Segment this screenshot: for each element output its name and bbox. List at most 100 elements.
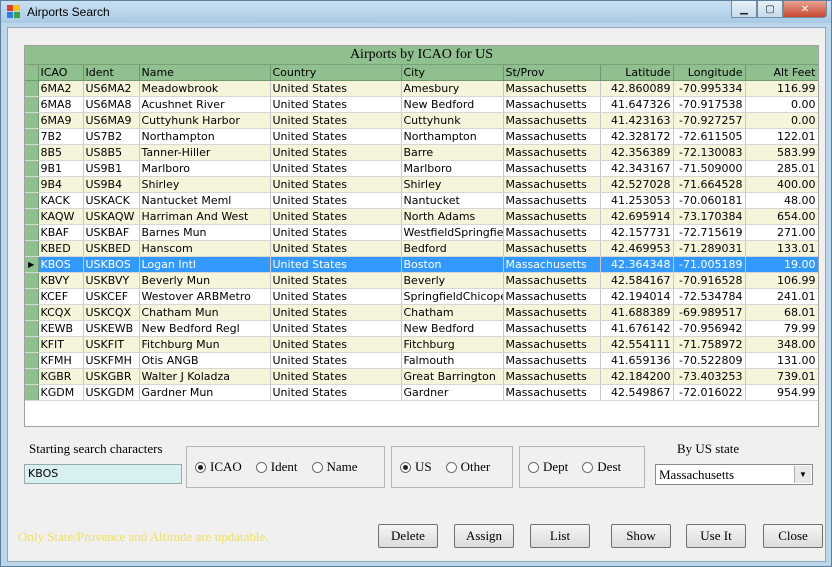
table-row[interactable]: 9B4 US9B4 Shirley United States Shirley Massa… [25, 176, 818, 193]
cell-stprov[interactable]: Massachusetts [503, 368, 601, 385]
cell-alt-feet[interactable]: 0.00 [745, 112, 818, 129]
cell-ident[interactable]: USKEWB [83, 320, 140, 337]
table-row[interactable]: KAQW USKAQW Harriman And West United States… [25, 208, 818, 225]
cell-country[interactable]: United States [270, 128, 402, 145]
row-pointer-icon[interactable]: ▶ [25, 256, 39, 273]
row-header-cell[interactable] [25, 208, 39, 225]
cell-ident[interactable]: US6MA9 [83, 112, 140, 129]
cell-alt-feet[interactable]: 739.01 [745, 368, 818, 385]
cell-ident[interactable]: US8B5 [83, 144, 140, 161]
cell-country[interactable]: United States [270, 112, 402, 129]
table-row[interactable]: ▶ KBOS USKBOS Logan Intl United States Boston… [25, 256, 818, 273]
cell-name[interactable]: Beverly Mun [139, 272, 271, 289]
table-row[interactable]: 6MA2 US6MA2 Meadowbrook United States Amesbu… [25, 80, 818, 97]
cell-ident[interactable]: US7B2 [83, 128, 140, 145]
cell-city[interactable]: Barre [401, 144, 504, 161]
cell-stprov[interactable]: Massachusetts [503, 240, 601, 257]
radio-ident[interactable]: Ident [255, 459, 298, 475]
cell-latitude[interactable]: 41.647326 [600, 96, 674, 113]
cell-stprov[interactable]: Massachusetts [503, 144, 601, 161]
table-row[interactable]: KACK USKACK Nantucket Meml United States Nan… [25, 192, 818, 209]
cell-stprov[interactable]: Massachusetts [503, 256, 601, 273]
row-header-cell[interactable] [25, 320, 39, 337]
cell-country[interactable]: United States [270, 240, 402, 257]
cell-country[interactable]: United States [270, 208, 402, 225]
row-header-cell[interactable] [25, 368, 39, 385]
list-button[interactable]: List [530, 524, 590, 548]
cell-latitude[interactable]: 42.860089 [600, 80, 674, 97]
cell-latitude[interactable]: 42.554111 [600, 336, 674, 353]
cell-ident[interactable]: USKCQX [83, 304, 140, 321]
chevron-down-icon[interactable]: ▼ [794, 466, 811, 483]
cell-name[interactable]: Northampton [139, 128, 271, 145]
delete-button[interactable]: Delete [378, 524, 438, 548]
cell-longitude[interactable]: -72.534784 [673, 288, 746, 305]
cell-country[interactable]: United States [270, 336, 402, 353]
cell-latitude[interactable]: 42.343167 [600, 160, 674, 177]
row-header-cell[interactable] [25, 128, 39, 145]
table-row[interactable]: KBVY USKBVY Beverly Mun United States Beverl… [25, 272, 818, 289]
cell-country[interactable]: United States [270, 320, 402, 337]
cell-country[interactable]: United States [270, 96, 402, 113]
column-header-alt-feet[interactable]: Alt Feet [745, 65, 818, 81]
cell-country[interactable]: United States [270, 256, 402, 273]
minimize-button[interactable]: ▁ [731, 1, 757, 18]
cell-name[interactable]: Cuttyhunk Harbor [139, 112, 271, 129]
cell-longitude[interactable]: -72.130083 [673, 144, 746, 161]
cell-icao[interactable]: KBED [38, 240, 84, 257]
radio-icao[interactable]: ICAO [195, 459, 242, 475]
cell-alt-feet[interactable]: 400.00 [745, 176, 818, 193]
cell-icao[interactable]: 9B1 [38, 160, 84, 177]
cell-longitude[interactable]: -71.509000 [673, 160, 746, 177]
cell-stprov[interactable]: Massachusetts [503, 288, 601, 305]
cell-country[interactable]: United States [270, 352, 402, 369]
table-row[interactable]: KBAF USKBAF Barnes Mun United States Westfie… [25, 224, 818, 241]
table-row[interactable]: KFIT USKFIT Fitchburg Mun United States Fitc… [25, 336, 818, 353]
cell-name[interactable]: Hanscom [139, 240, 271, 257]
cell-stprov[interactable]: Massachusetts [503, 352, 601, 369]
cell-stprov[interactable]: Massachusetts [503, 176, 601, 193]
cell-icao[interactable]: KGDM [38, 384, 84, 401]
cell-longitude[interactable]: -71.664528 [673, 176, 746, 193]
cell-country[interactable]: United States [270, 304, 402, 321]
row-header-cell[interactable] [25, 96, 39, 113]
cell-city[interactable]: Amesbury [401, 80, 504, 97]
cell-country[interactable]: United States [270, 224, 402, 241]
row-header-cell[interactable] [25, 288, 39, 305]
cell-latitude[interactable]: 41.676142 [600, 320, 674, 337]
cell-longitude[interactable]: -72.016022 [673, 384, 746, 401]
table-row[interactable]: 8B5 US8B5 Tanner-Hiller United States Barre M… [25, 144, 818, 161]
table-row[interactable]: KCQX USKCQX Chatham Mun United States Chatha… [25, 304, 818, 321]
cell-icao[interactable]: KBOS [38, 256, 84, 273]
cell-name[interactable]: Walter J Koladza [139, 368, 271, 385]
cell-latitude[interactable]: 41.659136 [600, 352, 674, 369]
cell-ident[interactable]: USKAQW [83, 208, 140, 225]
table-row[interactable]: KEWB USKEWB New Bedford Regl United States N… [25, 320, 818, 337]
cell-alt-feet[interactable]: 131.00 [745, 352, 818, 369]
cell-icao[interactable]: KEWB [38, 320, 84, 337]
cell-city[interactable]: Boston [401, 256, 504, 273]
cell-alt-feet[interactable]: 48.00 [745, 192, 818, 209]
table-row[interactable]: 7B2 US7B2 Northampton United States Northamp… [25, 128, 818, 145]
cell-alt-feet[interactable]: 68.01 [745, 304, 818, 321]
cell-name[interactable]: Meadowbrook [139, 80, 271, 97]
cell-ident[interactable]: USKFMH [83, 352, 140, 369]
cell-longitude[interactable]: -70.927257 [673, 112, 746, 129]
table-row[interactable]: KFMH USKFMH Otis ANGB United States Falmouth… [25, 352, 818, 369]
cell-alt-feet[interactable]: 654.00 [745, 208, 818, 225]
cell-alt-feet[interactable]: 133.01 [745, 240, 818, 257]
radio-us[interactable]: US [400, 459, 432, 475]
row-header-cell[interactable] [25, 112, 39, 129]
cell-city[interactable]: Fitchburg [401, 336, 504, 353]
cell-city[interactable]: New Bedford [401, 320, 504, 337]
cell-icao[interactable]: KCQX [38, 304, 84, 321]
cell-name[interactable]: Westover ARBMetro [139, 288, 271, 305]
radio-dest[interactable]: Dest [582, 459, 621, 475]
row-header-cell[interactable] [25, 304, 39, 321]
cell-longitude[interactable]: -70.916528 [673, 272, 746, 289]
radio-name[interactable]: Name [311, 459, 358, 475]
row-header-cell[interactable] [25, 80, 39, 97]
cell-city[interactable]: Beverly [401, 272, 504, 289]
cell-longitude[interactable]: -72.611505 [673, 128, 746, 145]
row-header-cell[interactable] [25, 192, 39, 209]
